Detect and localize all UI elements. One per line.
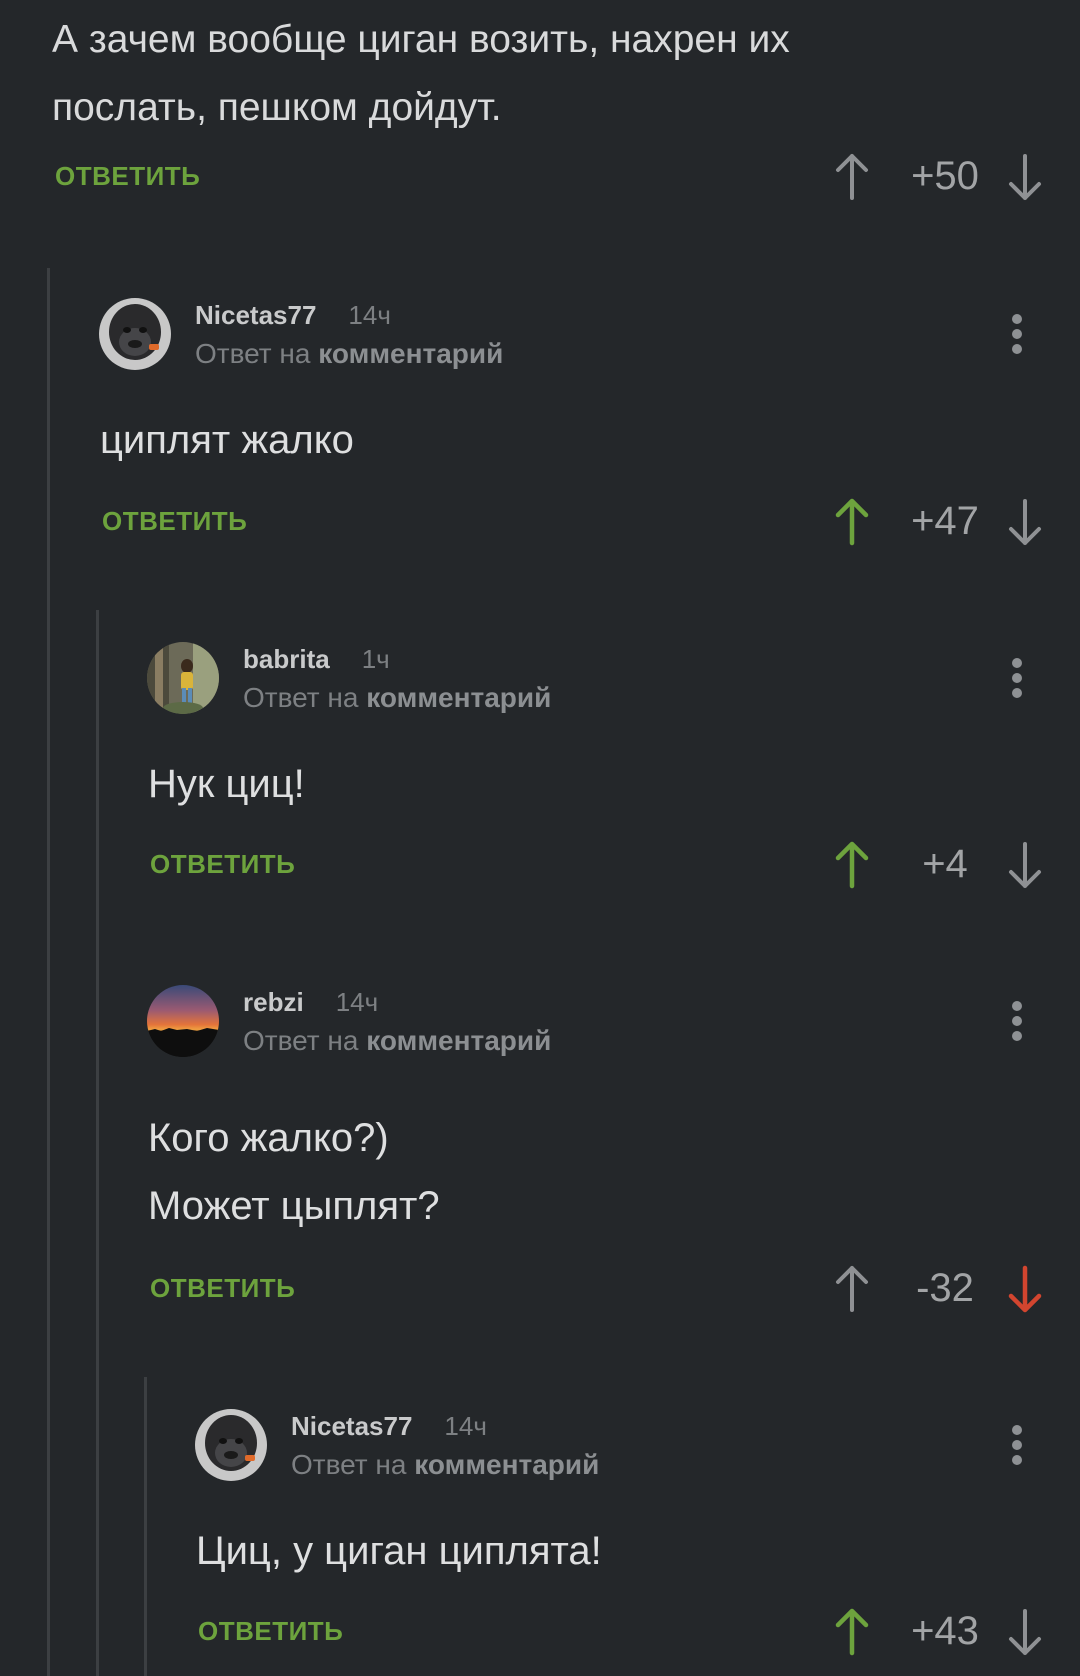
comment-author[interactable]: Nicetas77 14ч — [195, 300, 391, 331]
comment-header: babrita 1ч Ответ на комментарий — [147, 642, 1007, 722]
more-options-icon[interactable] — [1007, 997, 1027, 1047]
comment-time: 1ч — [361, 644, 390, 674]
top-comment-text: А зачем вообще циган возить, нахрен их п… — [52, 18, 790, 129]
more-options-icon[interactable] — [1007, 310, 1027, 360]
comment-text: Кого жалко?) — [148, 1116, 389, 1160]
comment-actions: ОТВЕТИТЬ -32 — [0, 1258, 1042, 1318]
reply-button[interactable]: ОТВЕТИТЬ — [55, 161, 200, 192]
reply-to-prefix: Ответ на — [243, 1025, 359, 1056]
score: +43 — [911, 1609, 979, 1653]
author-name[interactable]: babrita — [243, 644, 330, 674]
vote-control: +4 — [810, 834, 1041, 894]
reply-button[interactable]: ОТВЕТИТЬ — [198, 1616, 343, 1647]
comment-header: Nicetas77 14ч Ответ на комментарий — [99, 298, 999, 378]
vote-control: +47 — [810, 491, 1041, 551]
comment-header: Nicetas77 14ч Ответ на комментарий — [195, 1409, 1007, 1489]
downvote-arrow-icon[interactable] — [1005, 1264, 1045, 1314]
comment-author[interactable]: rebzi 14ч — [243, 987, 378, 1018]
comment-time: 14ч — [335, 987, 379, 1017]
reply-to-link[interactable]: комментарий — [366, 1025, 551, 1056]
comment-text: Циц, у циган циплята! — [196, 1529, 602, 1573]
author-name[interactable]: Nicetas77 — [195, 300, 316, 330]
top-comment-actions: ОТВЕТИТЬ +50 — [0, 146, 1041, 206]
comment-text: циплят жалко — [100, 418, 354, 462]
comment-header: rebzi 14ч Ответ на комментарий — [147, 985, 1007, 1065]
upvote-arrow-icon[interactable] — [832, 840, 872, 890]
comment-author[interactable]: Nicetas77 14ч — [291, 1411, 487, 1442]
upvote-arrow-icon[interactable] — [832, 1264, 872, 1314]
comment-actions: ОТВЕТИТЬ +47 — [0, 491, 1041, 551]
comment-author[interactable]: babrita 1ч — [243, 644, 390, 675]
gorilla-avatar[interactable] — [195, 1409, 267, 1481]
forest-avatar[interactable] — [147, 642, 219, 714]
comment-text: Может цыплят? — [148, 1184, 440, 1228]
more-options-icon[interactable] — [1007, 654, 1027, 704]
downvote-arrow-icon[interactable] — [1005, 497, 1045, 547]
downvote-arrow-icon[interactable] — [1005, 1607, 1045, 1657]
more-options-icon[interactable] — [1007, 1421, 1027, 1471]
reply-button[interactable]: ОТВЕТИТЬ — [150, 849, 295, 880]
reply-to-prefix: Ответ на — [291, 1449, 407, 1480]
reply-to-prefix: Ответ на — [243, 682, 359, 713]
comment-text: Нук циц! — [148, 762, 305, 806]
reply-to-line: Ответ на комментарий — [243, 682, 551, 714]
upvote-arrow-icon[interactable] — [832, 152, 872, 202]
upvote-arrow-icon[interactable] — [832, 497, 872, 547]
comment-time: 14ч — [348, 300, 391, 330]
reply-button[interactable]: ОТВЕТИТЬ — [150, 1273, 295, 1304]
vote-control: -32 — [810, 1258, 1042, 1318]
author-name[interactable]: Nicetas77 — [291, 1411, 412, 1441]
score: -32 — [916, 1266, 974, 1310]
reply-to-link[interactable]: комментарий — [366, 682, 551, 713]
thread-line-level-2 — [96, 610, 99, 1676]
reply-to-link[interactable]: комментарий — [318, 338, 503, 369]
reply-to-link[interactable]: комментарий — [414, 1449, 599, 1480]
thread-line-level-1 — [47, 268, 50, 1676]
vote-control: +43 — [810, 1601, 1041, 1661]
score: +4 — [922, 842, 968, 886]
comment-actions: ОТВЕТИТЬ +4 — [0, 834, 1041, 894]
reply-to-line: Ответ на комментарий — [243, 1025, 551, 1057]
reply-button[interactable]: ОТВЕТИТЬ — [102, 506, 247, 537]
author-name[interactable]: rebzi — [243, 987, 304, 1017]
upvote-arrow-icon[interactable] — [832, 1607, 872, 1657]
reply-to-prefix: Ответ на — [195, 338, 311, 369]
downvote-arrow-icon[interactable] — [1005, 152, 1045, 202]
comment-actions: ОТВЕТИТЬ +43 — [0, 1601, 1041, 1661]
score: +50 — [911, 154, 979, 198]
gorilla-avatar[interactable] — [99, 298, 171, 370]
comment-time: 14ч — [444, 1411, 487, 1441]
sunset-avatar[interactable] — [147, 985, 219, 1057]
score: +47 — [911, 499, 979, 543]
reply-to-line: Ответ на комментарий — [291, 1449, 599, 1481]
downvote-arrow-icon[interactable] — [1005, 840, 1045, 890]
reply-to-line: Ответ на комментарий — [195, 338, 503, 370]
vote-control: +50 — [810, 146, 1041, 206]
